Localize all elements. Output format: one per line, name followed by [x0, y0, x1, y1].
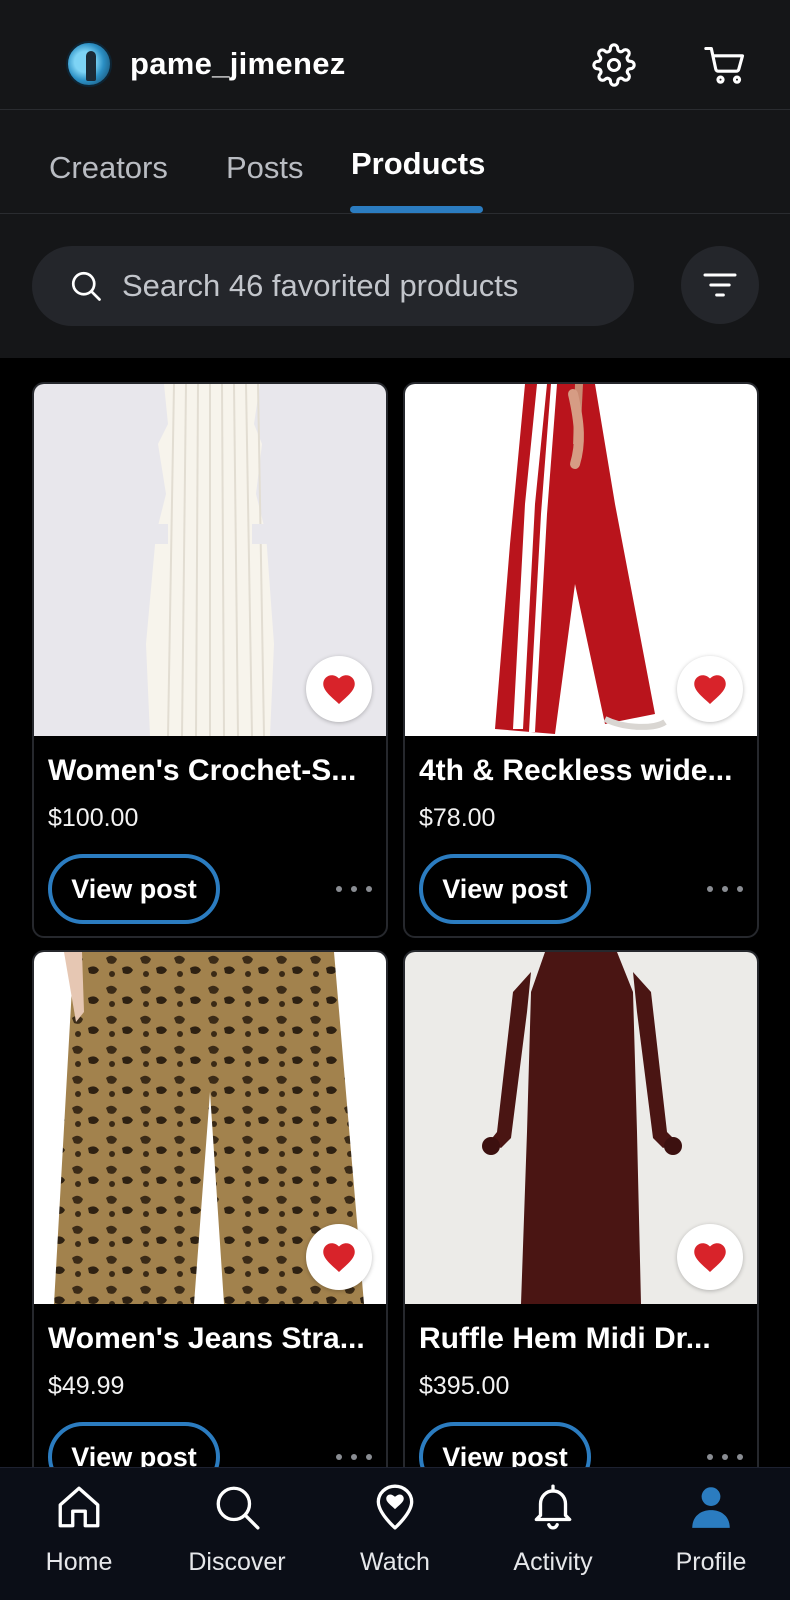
nav-label: Home	[45, 1548, 113, 1576]
bell-icon	[534, 1484, 572, 1530]
view-post-button[interactable]: View post	[419, 854, 591, 924]
nav-activity[interactable]: Activity	[474, 1468, 632, 1600]
filter-icon	[703, 273, 737, 297]
product-title: 4th & Reckless wide...	[419, 754, 733, 787]
view-post-button[interactable]: View post	[48, 854, 220, 924]
tab-posts[interactable]: Posts	[226, 150, 304, 186]
profile-icon	[692, 1487, 730, 1528]
search-box[interactable]	[32, 246, 634, 326]
nav-watch[interactable]: Watch	[316, 1468, 474, 1600]
product-title: Women's Crochet-S...	[48, 754, 357, 787]
favorite-toggle[interactable]	[677, 656, 743, 722]
product-price: $100.00	[48, 804, 139, 832]
search-input[interactable]	[122, 246, 612, 326]
product-title: Women's Jeans Stra...	[48, 1322, 365, 1355]
heart-icon	[694, 1243, 726, 1272]
nav-label: Activity	[513, 1548, 593, 1576]
home-icon	[58, 1486, 100, 1528]
tab-products[interactable]: Products	[351, 146, 485, 182]
search-icon	[71, 271, 101, 301]
product-card[interactable]: Women's Jeans Stra... $49.99 View post	[32, 950, 388, 1506]
user-avatar[interactable]	[66, 41, 112, 87]
favorites-tabs: Creators Posts Products	[0, 110, 790, 214]
favorite-toggle[interactable]	[677, 1224, 743, 1290]
product-card[interactable]: Ruffle Hem Midi Dr... $395.00 View post	[403, 950, 759, 1506]
cart-icon[interactable]	[704, 43, 748, 87]
filter-button[interactable]	[681, 246, 759, 324]
tab-creators[interactable]: Creators	[49, 150, 168, 186]
bottom-navigation: Home Discover Watch Activity Profile	[0, 1467, 790, 1600]
more-options-icon[interactable]	[707, 874, 743, 902]
nav-label: Profile	[675, 1548, 747, 1576]
favorite-toggle[interactable]	[306, 1224, 372, 1290]
product-card[interactable]: 4th & Reckless wide... $78.00 View post	[403, 382, 759, 938]
more-options-icon[interactable]	[336, 1442, 372, 1470]
nav-label: Watch	[360, 1548, 430, 1576]
product-title: Ruffle Hem Midi Dr...	[419, 1322, 711, 1355]
search-area	[0, 214, 790, 358]
nav-discover[interactable]: Discover	[158, 1468, 316, 1600]
heart-icon	[323, 1243, 355, 1272]
product-price: $49.99	[48, 1372, 125, 1400]
product-price: $78.00	[419, 804, 496, 832]
more-options-icon[interactable]	[336, 874, 372, 902]
product-card[interactable]: Women's Crochet-S... $100.00 View post	[32, 382, 388, 938]
search-icon	[216, 1486, 260, 1530]
product-price: $395.00	[419, 1372, 510, 1400]
favorite-toggle[interactable]	[306, 656, 372, 722]
nav-home[interactable]: Home	[0, 1468, 158, 1600]
more-options-icon[interactable]	[707, 1442, 743, 1470]
username[interactable]: pame_jimenez	[130, 46, 346, 82]
heart-icon	[323, 675, 355, 704]
gear-icon[interactable]	[592, 43, 636, 87]
top-header: pame_jimenez	[0, 0, 790, 110]
nav-label: Discover	[188, 1548, 286, 1576]
heart-icon	[694, 675, 726, 704]
nav-profile[interactable]: Profile	[632, 1468, 790, 1600]
watch-heart-pin-icon	[376, 1484, 414, 1530]
active-tab-indicator	[350, 206, 483, 213]
